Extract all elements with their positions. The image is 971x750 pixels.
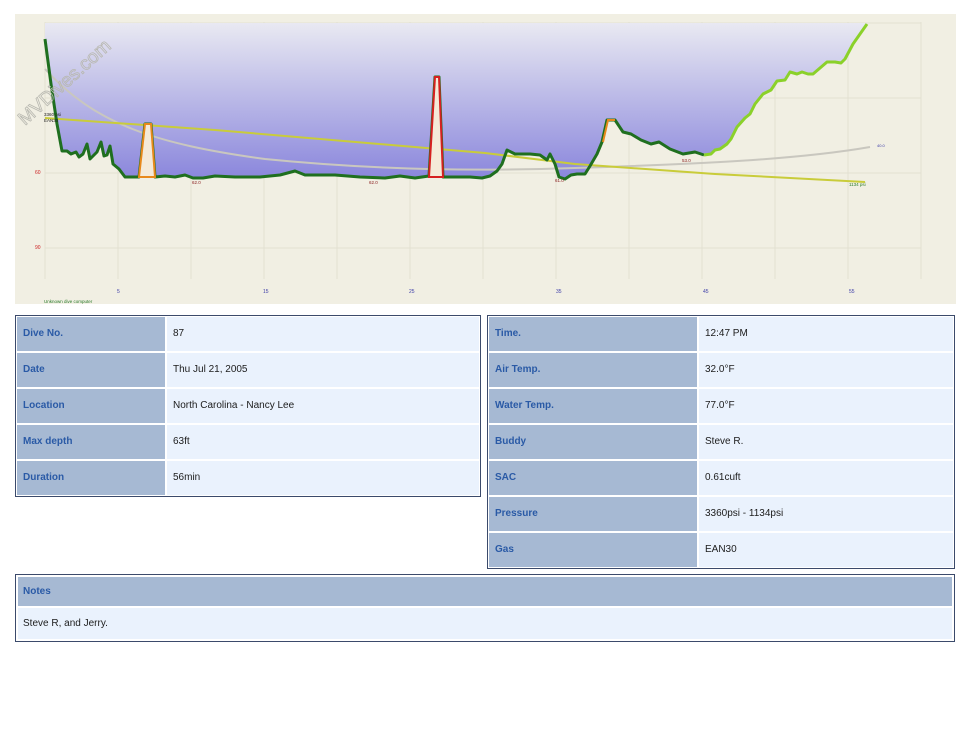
row-dive-no: Dive No. 87: [17, 317, 479, 351]
water-temp-value: 77.0°F: [699, 389, 953, 423]
row-location: Location North Carolina - Nancy Lee: [17, 389, 479, 423]
depth-marker-3: 61.0: [555, 178, 564, 183]
dive-computer-label: Unknown dive computer: [44, 299, 93, 304]
gas-label-cell: Gas: [489, 533, 697, 567]
max-depth-value: 63ft: [167, 425, 479, 459]
row-duration: Duration 56min: [17, 461, 479, 495]
depth-marker-1: 62.0: [192, 180, 201, 185]
sac-label: SAC: [489, 461, 697, 495]
notes-header: Notes: [18, 577, 952, 606]
end-pressure-label: 1134 psi: [849, 182, 866, 187]
conditions-table: Time. 12:47 PM Air Temp. 32.0°F Water Te…: [487, 315, 955, 569]
time-tick-35: 35: [556, 289, 562, 295]
row-date: Date Thu Jul 21, 2005: [17, 353, 479, 387]
sac-value: 0.61cuft: [699, 461, 953, 495]
gas-value: EAN30: [699, 533, 953, 567]
time-tick-25: 25: [409, 289, 415, 295]
depth-marker-4: 53.0: [682, 158, 691, 163]
time-tick-15: 15: [263, 289, 269, 295]
pressure-label: Pressure: [489, 497, 697, 531]
time-value: 12:47 PM: [699, 317, 953, 351]
depth-tick-90: 90: [35, 245, 41, 251]
row-pressure: Pressure 3360psi - 1134psi: [489, 497, 953, 531]
dive-info-table: Dive No. 87 Date Thu Jul 21, 2005 Locati…: [15, 315, 481, 497]
notes-panel: Notes Steve R, and Jerry.: [15, 574, 955, 642]
row-max-depth: Max depth 63ft: [17, 425, 479, 459]
date-label: Date: [17, 353, 165, 387]
dive-profile-svg: 3360 psi EAN30 1134 psi 60 90 5 15 25 35…: [15, 22, 922, 304]
row-time: Time. 12:47 PM: [489, 317, 953, 351]
row-gas: Gas EAN30: [489, 533, 953, 567]
depth-tick-60: 60: [35, 170, 41, 176]
time-tick-5: 5: [117, 289, 120, 295]
pressure-value: 3360psi - 1134psi: [699, 497, 953, 531]
time-tick-45: 45: [703, 289, 709, 295]
row-water-temp: Water Temp. 77.0°F: [489, 389, 953, 423]
row-sac: SAC 0.61cuft: [489, 461, 953, 495]
buddy-label: Buddy: [489, 425, 697, 459]
water-temp-label: Water Temp.: [489, 389, 697, 423]
row-buddy: Buddy Steve R.: [489, 425, 953, 459]
time-tick-55: 55: [849, 289, 855, 295]
time-label: Time.: [489, 317, 697, 351]
location-value: North Carolina - Nancy Lee: [167, 389, 479, 423]
depth-marker-2: 62.0: [369, 180, 378, 185]
location-label: Location: [17, 389, 165, 423]
row-air-temp: Air Temp. 32.0°F: [489, 353, 953, 387]
air-temp-label: Air Temp.: [489, 353, 697, 387]
dive-no-value: 87: [167, 317, 479, 351]
air-temp-value: 32.0°F: [699, 353, 953, 387]
temperature-marker: 40.0: [877, 143, 886, 148]
max-depth-label: Max depth: [17, 425, 165, 459]
duration-value: 56min: [167, 461, 479, 495]
buddy-value: Steve R.: [699, 425, 953, 459]
dive-no-label: Dive No.: [17, 317, 165, 351]
water-column-fill: [45, 23, 867, 179]
duration-label: Duration: [17, 461, 165, 495]
date-value: Thu Jul 21, 2005: [167, 353, 479, 387]
dive-profile-chart: 3360 psi EAN30 1134 psi 60 90 5 15 25 35…: [15, 14, 956, 304]
gas-label: EAN30: [44, 118, 59, 123]
notes-text: Steve R, and Jerry.: [18, 608, 952, 639]
